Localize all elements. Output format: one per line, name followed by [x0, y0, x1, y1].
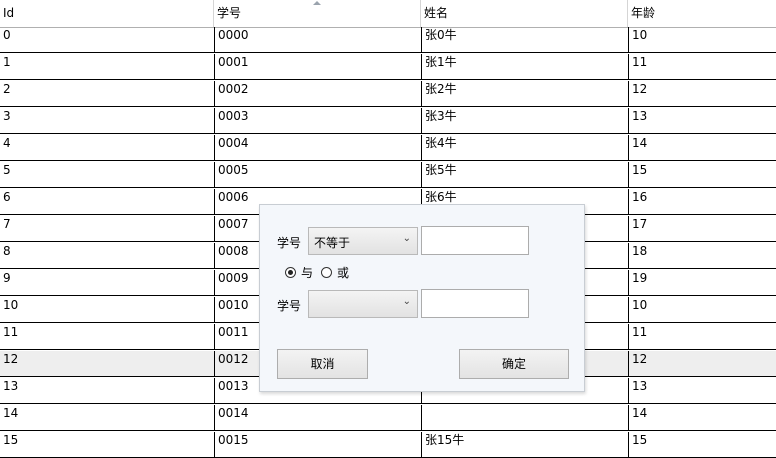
condition1-field-label: 学号 [277, 236, 302, 250]
cell-name: 张1牛 [421, 54, 628, 79]
cell-age: 14 [628, 405, 776, 430]
cell-student-no: 0015 [214, 432, 421, 457]
cell-age: 12 [628, 351, 776, 376]
table-row[interactable]: 5 0005 张5牛 15 [0, 162, 776, 188]
condition2-field-label: 学号 [277, 299, 302, 313]
cell-id: 2 [3, 82, 11, 96]
logic-and-label: 与 [301, 266, 314, 280]
cell-id: 3 [3, 109, 11, 123]
column-header-name[interactable]: 姓名 [421, 0, 628, 27]
cell-id: 12 [3, 352, 19, 366]
cell-age: 10 [628, 27, 776, 52]
table-row[interactable]: 3 0003 张3牛 13 [0, 108, 776, 134]
cell-age: 12 [628, 81, 776, 106]
cell-age: 16 [628, 189, 776, 214]
logic-and-radio[interactable] [285, 267, 296, 278]
table-row[interactable]: 2 0002 张2牛 12 [0, 81, 776, 107]
cell-age: 15 [628, 162, 776, 187]
cell-id: 5 [3, 163, 11, 177]
cell-student-no: 0000 [214, 27, 421, 52]
cell-age: 11 [628, 324, 776, 349]
ok-button[interactable]: 确定 [459, 349, 569, 379]
column-header-age[interactable]: 年龄 [628, 0, 776, 27]
logic-or-label: 或 [337, 266, 350, 280]
cell-student-no: 0004 [214, 135, 421, 160]
cell-name: 张5牛 [421, 162, 628, 187]
cell-name: 张15牛 [421, 432, 628, 457]
cell-name: 张4牛 [421, 135, 628, 160]
logic-or-radio[interactable] [321, 267, 332, 278]
cell-id: 8 [3, 244, 11, 258]
cell-age: 19 [628, 270, 776, 295]
cell-student-no: 0003 [214, 108, 421, 133]
cell-student-no: 0005 [214, 162, 421, 187]
chevron-down-icon: ⌄ [402, 233, 411, 244]
cell-id: 1 [3, 55, 11, 69]
cell-id: 15 [3, 433, 19, 447]
cell-student-no: 0002 [214, 81, 421, 106]
table-row[interactable]: 15 0015 张15牛 15 [0, 432, 776, 458]
condition1-operator-select[interactable]: 不等于 ⌄ [308, 227, 418, 255]
table-row[interactable]: 0 0000 张0牛 10 [0, 27, 776, 53]
cell-age: 13 [628, 378, 776, 403]
cancel-button[interactable]: 取消 [277, 349, 368, 379]
cell-id: 7 [3, 217, 11, 231]
cell-id: 10 [3, 298, 19, 312]
condition2-value-input[interactable] [421, 289, 529, 318]
cell-id: 0 [3, 28, 11, 42]
cell-age: 11 [628, 54, 776, 79]
cell-id: 13 [3, 379, 19, 393]
condition1-operator-value: 不等于 [314, 236, 351, 250]
cell-id: 6 [3, 190, 11, 204]
cell-age: 17 [628, 216, 776, 241]
cell-id: 14 [3, 406, 19, 420]
cell-name: 张3牛 [421, 108, 628, 133]
sort-ascending-icon [313, 1, 321, 5]
chevron-down-icon: ⌄ [402, 296, 411, 307]
condition1-value-input[interactable] [421, 226, 529, 255]
cell-id: 9 [3, 271, 11, 285]
cell-name: 张2牛 [421, 81, 628, 106]
table-row[interactable]: 4 0004 张4牛 14 [0, 135, 776, 161]
table-row[interactable]: 14 0014 14 [0, 405, 776, 431]
cell-name [421, 405, 628, 430]
table-row[interactable]: 1 0001 张1牛 11 [0, 54, 776, 80]
cell-age: 14 [628, 135, 776, 160]
condition2-operator-select[interactable]: ⌄ [308, 290, 418, 318]
filter-popup: 学号 不等于 ⌄ 与 或 学号 ⌄ 取消 确定 [259, 204, 585, 392]
column-header-id[interactable]: Id [0, 0, 214, 27]
cell-age: 13 [628, 108, 776, 133]
cell-student-no: 0014 [214, 405, 421, 430]
cell-age: 18 [628, 243, 776, 268]
cell-age: 10 [628, 297, 776, 322]
cell-id: 11 [3, 325, 19, 339]
grid-header: Id 学号 姓名 年龄 [0, 0, 776, 28]
cell-student-no: 0001 [214, 54, 421, 79]
cell-id: 4 [3, 136, 11, 150]
cell-age: 15 [628, 432, 776, 457]
cell-name: 张0牛 [421, 27, 628, 52]
